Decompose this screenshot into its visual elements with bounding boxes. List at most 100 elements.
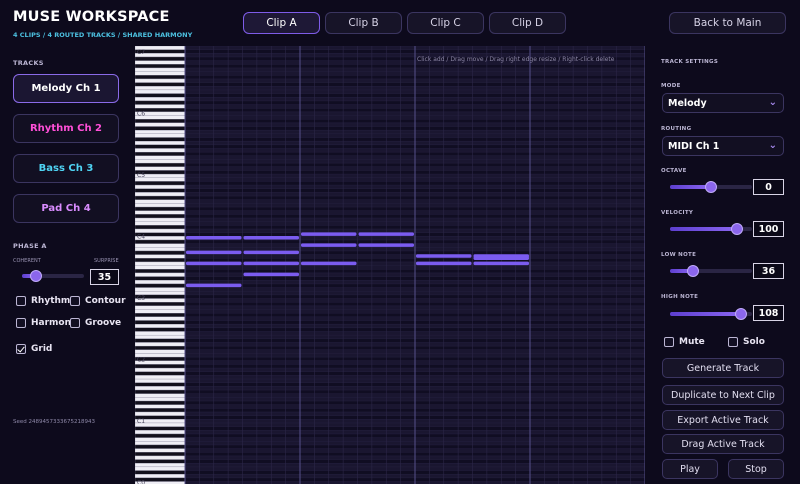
piano-white-key — [135, 89, 186, 94]
piano-black-key — [135, 100, 186, 105]
octave-label: C4 — [137, 234, 145, 241]
piano-white-key — [135, 474, 186, 479]
piano-black-key — [135, 151, 186, 156]
grid-toggle[interactable]: Grid — [16, 344, 52, 354]
track-pad-button[interactable]: Pad Ch 4 — [13, 194, 119, 223]
high-note-slider[interactable] — [670, 308, 752, 320]
contour-checkbox[interactable] — [70, 296, 80, 306]
octave-label: C1 — [137, 418, 145, 425]
piano-white-key — [135, 378, 186, 383]
octave-slider[interactable] — [670, 181, 752, 193]
piano-black-key — [135, 345, 186, 350]
piano-black-key — [135, 269, 186, 274]
piano-black-key — [135, 470, 186, 475]
piano-black-key — [135, 452, 186, 457]
piano-roll[interactable]: C7 C6 C5 C4 C3 C2 C1 C0 — [135, 46, 645, 484]
back-to-main-button[interactable]: Back to Main — [669, 12, 786, 34]
play-button[interactable]: Play — [662, 459, 718, 479]
export-track-button[interactable]: Export Active Track — [662, 410, 784, 430]
midi-note — [416, 261, 472, 266]
surprise-label: SURPRISE — [94, 258, 119, 264]
piano-white-key — [135, 210, 186, 215]
track-melody-button[interactable]: Melody Ch 1 — [13, 74, 119, 103]
piano-white-key — [135, 430, 186, 435]
high-note-label: HIGH NOTE — [661, 294, 699, 300]
midi-note — [186, 283, 242, 288]
velocity-slider-knob[interactable] — [731, 223, 744, 235]
piano-white-key — [135, 441, 186, 446]
tab-clip-a[interactable]: Clip A — [243, 12, 320, 34]
velocity-slider[interactable] — [670, 223, 752, 235]
octave-slider-knob[interactable] — [705, 181, 717, 193]
coherent-label: COHERENT — [13, 258, 41, 264]
mute-toggle[interactable]: Mute — [664, 337, 705, 347]
mode-select[interactable]: Melody ⌄ — [662, 93, 784, 113]
piano-black-key — [135, 364, 186, 369]
track-settings-label: TRACK SETTINGS — [661, 59, 719, 65]
routing-select[interactable]: MIDI Ch 1 ⌄ — [662, 136, 784, 156]
tab-clip-d[interactable]: Clip D — [489, 12, 566, 34]
harmony-checkbox[interactable] — [16, 318, 26, 328]
piano-black-key — [135, 313, 186, 317]
app-title: MUSE WORKSPACE — [13, 9, 170, 25]
piano-white-key — [135, 466, 186, 471]
rhythm-toggle[interactable]: Rhythm — [16, 296, 70, 306]
piano-white-key — [135, 217, 186, 222]
duplicate-next-clip-button[interactable]: Duplicate to Next Clip — [662, 385, 784, 405]
piano-black-key — [135, 119, 186, 124]
piano-white-key — [135, 199, 186, 204]
stop-button[interactable]: Stop — [728, 459, 784, 479]
solo-toggle[interactable]: Solo — [728, 337, 765, 347]
piano-white-key — [135, 166, 186, 171]
track-bass-button[interactable]: Bass Ch 3 — [13, 154, 119, 183]
track-rhythm-button[interactable]: Rhythm Ch 2 — [13, 114, 119, 143]
midi-note — [301, 243, 357, 247]
phase-slider[interactable] — [22, 270, 84, 282]
piano-black-key — [135, 426, 186, 431]
piano-black-key — [135, 389, 186, 394]
piano-roll-canvas[interactable]: C7 C6 C5 C4 C3 C2 C1 C0 — [135, 46, 645, 484]
high-note-slider-fill — [670, 312, 741, 316]
drag-track-button[interactable]: Drag Active Track — [662, 434, 784, 454]
piano-white-key — [135, 305, 186, 310]
track-settings-panel: TRACK SETTINGS MODE Melody ⌄ ROUTING MID… — [654, 46, 800, 484]
piano-white-key — [135, 342, 186, 347]
generate-track-button[interactable]: Generate Track — [662, 358, 784, 378]
tab-clip-c[interactable]: Clip C — [407, 12, 484, 34]
piano-white-key — [135, 393, 186, 398]
routing-value: MIDI Ch 1 — [668, 140, 720, 152]
piano-black-key — [135, 276, 186, 281]
low-note-slider-knob[interactable] — [686, 265, 699, 277]
piano-black-key — [135, 239, 186, 244]
piano-white-key — [135, 184, 186, 189]
piano-white-key — [135, 316, 186, 321]
velocity-label: VELOCITY — [661, 210, 694, 216]
phase-slider-knob[interactable] — [29, 270, 42, 282]
low-note-value[interactable]: 36 — [753, 263, 784, 279]
piano-white-key — [135, 367, 186, 372]
octave-value[interactable]: 0 — [753, 179, 784, 195]
piano-white-key — [135, 375, 186, 380]
piano-white-key — [135, 78, 186, 83]
groove-toggle[interactable]: Groove — [70, 318, 121, 328]
high-note-slider-knob[interactable] — [734, 308, 747, 320]
track-bass-label: Bass Ch 3 — [38, 163, 94, 174]
midi-note — [243, 272, 299, 277]
tab-clip-b[interactable]: Clip B — [325, 12, 402, 34]
velocity-value[interactable]: 100 — [753, 221, 784, 237]
phase-value[interactable]: 35 — [90, 269, 119, 285]
mute-checkbox[interactable] — [664, 337, 674, 347]
grid-checkbox[interactable] — [16, 344, 26, 354]
contour-toggle[interactable]: Contour — [70, 296, 126, 306]
harmony-toggle[interactable]: Harmony — [16, 318, 77, 328]
groove-checkbox[interactable] — [70, 318, 80, 328]
piano-black-key — [135, 444, 186, 449]
piano-white-key — [135, 448, 186, 453]
rhythm-checkbox[interactable] — [16, 296, 26, 306]
solo-checkbox[interactable] — [728, 337, 738, 347]
piano-white-key — [135, 60, 186, 65]
piano-black-key — [135, 188, 186, 193]
left-panel: TRACKS Melody Ch 1 Rhythm Ch 2 Bass Ch 3… — [0, 46, 134, 484]
low-note-slider[interactable] — [670, 265, 752, 277]
high-note-value[interactable]: 108 — [753, 305, 784, 321]
